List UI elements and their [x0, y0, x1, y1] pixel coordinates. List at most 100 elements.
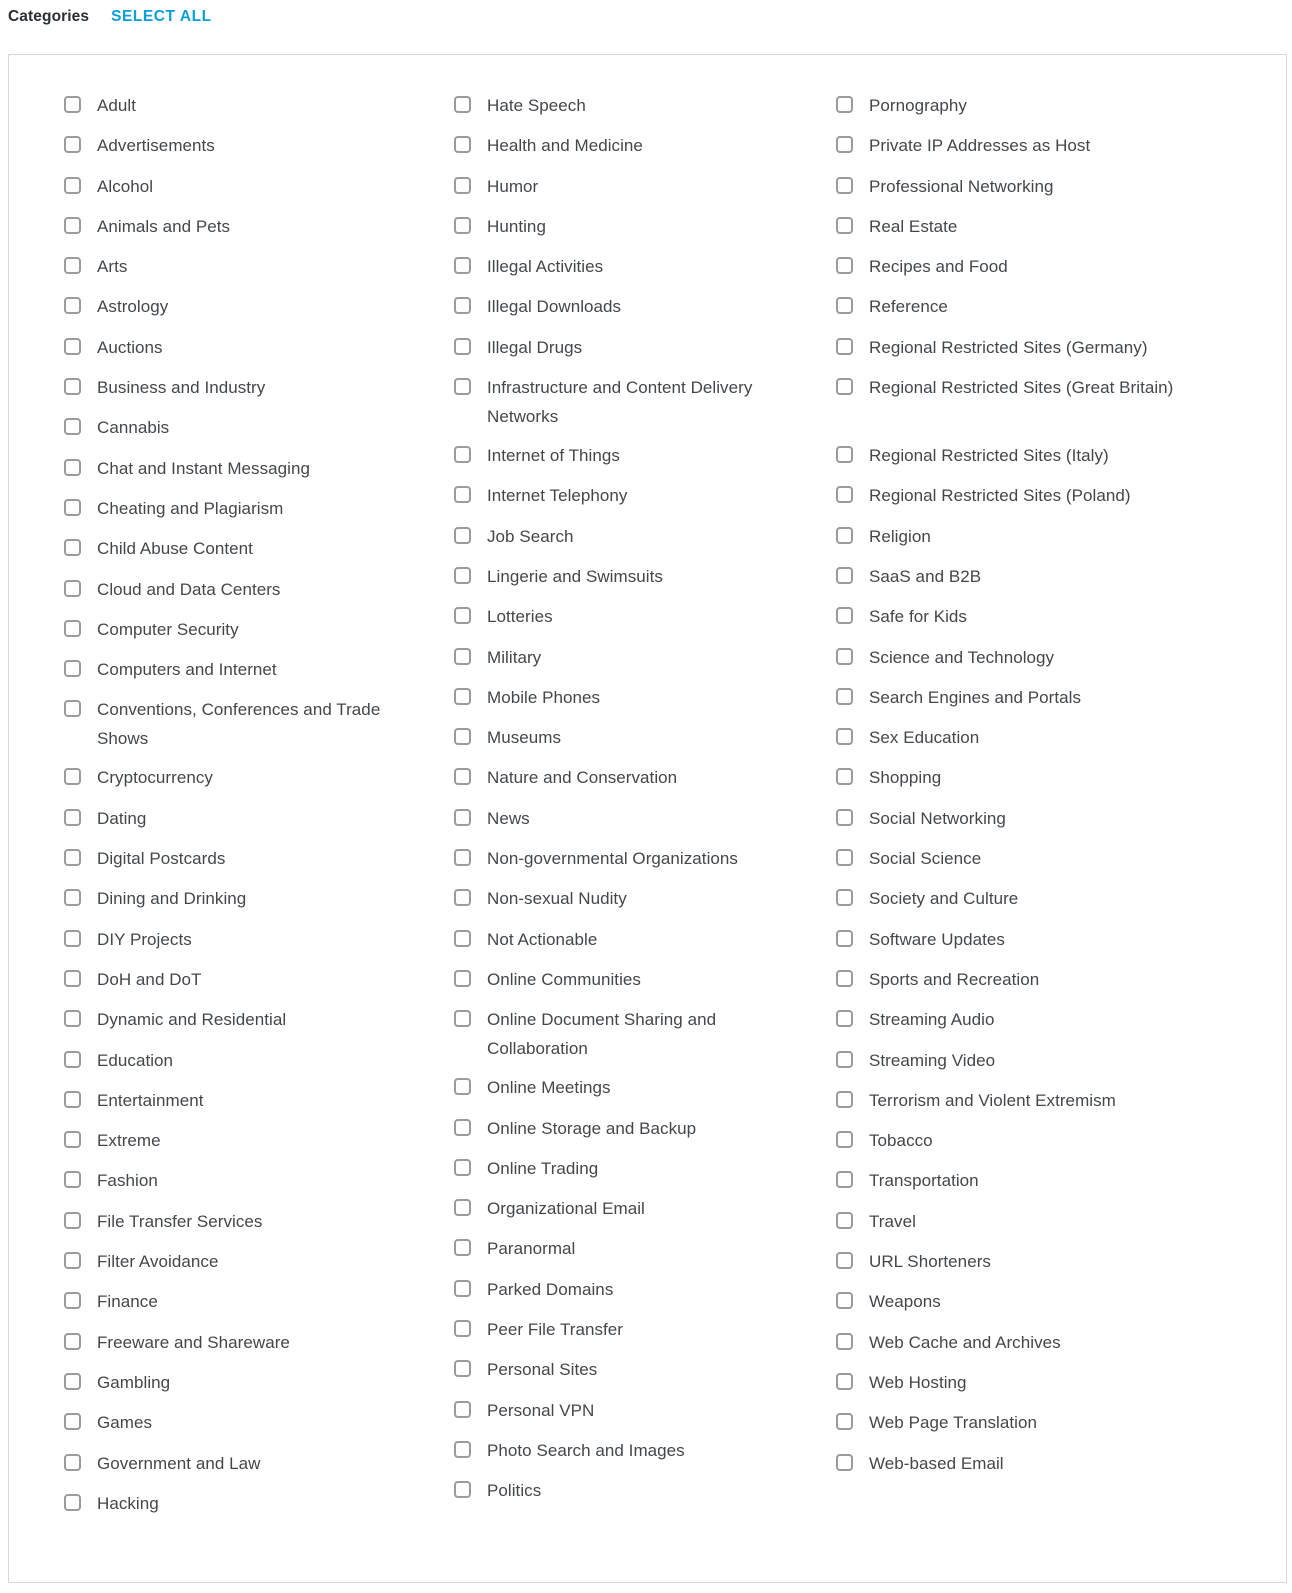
category-checkbox-row[interactable]: Regional Restricted Sites (Poland): [836, 476, 1211, 516]
checkbox-icon[interactable]: [64, 96, 81, 113]
category-checkbox-row[interactable]: Cryptocurrency: [64, 758, 394, 798]
category-checkbox-row[interactable]: Recipes and Food: [836, 247, 1211, 287]
category-checkbox-row[interactable]: Web-based Email: [836, 1444, 1211, 1484]
checkbox-icon[interactable]: [836, 1010, 853, 1028]
category-checkbox-row[interactable]: Dynamic and Residential: [64, 1000, 394, 1040]
category-checkbox-row[interactable]: Business and Industry: [64, 368, 394, 408]
category-checkbox-row[interactable]: Terrorism and Violent Extremism: [836, 1081, 1211, 1121]
category-checkbox-row[interactable]: DIY Projects: [64, 920, 394, 960]
checkbox-icon[interactable]: [454, 1158, 471, 1176]
checkbox-icon[interactable]: [454, 176, 471, 194]
checkbox-icon[interactable]: [64, 1171, 81, 1189]
checkbox-icon[interactable]: [64, 579, 81, 597]
checkbox-icon[interactable]: [836, 768, 853, 786]
category-checkbox-row[interactable]: Hate Speech: [454, 86, 794, 126]
category-checkbox-row[interactable]: Military: [454, 638, 794, 678]
checkbox-icon[interactable]: [64, 1050, 81, 1068]
category-checkbox-row[interactable]: Regional Restricted Sites (Great Britain…: [836, 368, 1211, 436]
category-checkbox-row[interactable]: Conventions, Conferences and Trade Shows: [64, 690, 394, 758]
checkbox-icon[interactable]: [454, 486, 471, 504]
checkbox-icon[interactable]: [836, 297, 853, 315]
category-checkbox-row[interactable]: Social Science: [836, 839, 1211, 879]
category-checkbox-row[interactable]: Professional Networking: [836, 167, 1211, 207]
category-checkbox-row[interactable]: Personal Sites: [454, 1350, 794, 1390]
checkbox-icon[interactable]: [64, 619, 81, 637]
category-checkbox-row[interactable]: Illegal Activities: [454, 247, 794, 287]
checkbox-icon[interactable]: [64, 136, 81, 154]
checkbox-icon[interactable]: [64, 176, 81, 194]
checkbox-icon[interactable]: [454, 1199, 471, 1217]
checkbox-icon[interactable]: [64, 1493, 81, 1511]
checkbox-icon[interactable]: [454, 768, 471, 786]
category-checkbox-row[interactable]: Illegal Drugs: [454, 328, 794, 368]
category-checkbox-row[interactable]: Hunting: [454, 207, 794, 247]
select-all-link[interactable]: SELECT ALL: [111, 8, 212, 26]
checkbox-icon[interactable]: [836, 647, 853, 665]
category-checkbox-row[interactable]: Online Meetings: [454, 1068, 794, 1108]
checkbox-icon[interactable]: [836, 1090, 853, 1108]
checkbox-icon[interactable]: [454, 257, 471, 275]
category-checkbox-row[interactable]: Non-sexual Nudity: [454, 879, 794, 919]
category-checkbox-row[interactable]: Online Storage and Backup: [454, 1109, 794, 1149]
checkbox-icon[interactable]: [454, 808, 471, 826]
category-checkbox-row[interactable]: Shopping: [836, 758, 1211, 798]
category-checkbox-row[interactable]: Parked Domains: [454, 1270, 794, 1310]
checkbox-icon[interactable]: [454, 687, 471, 705]
checkbox-icon[interactable]: [64, 1413, 81, 1431]
category-checkbox-row[interactable]: Transportation: [836, 1161, 1211, 1201]
checkbox-icon[interactable]: [454, 1360, 471, 1378]
checkbox-icon[interactable]: [64, 418, 81, 436]
category-checkbox-row[interactable]: Filter Avoidance: [64, 1242, 394, 1282]
checkbox-icon[interactable]: [454, 889, 471, 907]
category-checkbox-row[interactable]: Illegal Downloads: [454, 287, 794, 327]
category-checkbox-row[interactable]: Government and Law: [64, 1444, 394, 1484]
checkbox-icon[interactable]: [64, 849, 81, 867]
category-checkbox-row[interactable]: Weapons: [836, 1282, 1211, 1322]
checkbox-icon[interactable]: [64, 1252, 81, 1270]
category-checkbox-row[interactable]: Non-governmental Organizations: [454, 839, 794, 879]
checkbox-icon[interactable]: [454, 1279, 471, 1297]
category-checkbox-row[interactable]: Nature and Conservation: [454, 758, 794, 798]
checkbox-icon[interactable]: [836, 96, 853, 113]
category-checkbox-row[interactable]: Child Abuse Content: [64, 529, 394, 569]
checkbox-icon[interactable]: [64, 539, 81, 557]
category-checkbox-row[interactable]: Education: [64, 1041, 394, 1081]
checkbox-icon[interactable]: [64, 1090, 81, 1108]
checkbox-icon[interactable]: [836, 808, 853, 826]
category-checkbox-row[interactable]: Computer Security: [64, 610, 394, 650]
category-checkbox-row[interactable]: Extreme: [64, 1121, 394, 1161]
checkbox-icon[interactable]: [454, 526, 471, 544]
category-checkbox-row[interactable]: News: [454, 799, 794, 839]
category-checkbox-row[interactable]: Travel: [836, 1202, 1211, 1242]
checkbox-icon[interactable]: [836, 176, 853, 194]
checkbox-icon[interactable]: [836, 1332, 853, 1350]
category-checkbox-row[interactable]: Tobacco: [836, 1121, 1211, 1161]
checkbox-icon[interactable]: [454, 1481, 471, 1499]
category-checkbox-row[interactable]: Social Networking: [836, 799, 1211, 839]
category-checkbox-row[interactable]: Reference: [836, 287, 1211, 327]
checkbox-icon[interactable]: [454, 136, 471, 154]
category-checkbox-row[interactable]: Infrastructure and Content Delivery Netw…: [454, 368, 794, 436]
checkbox-icon[interactable]: [454, 96, 471, 113]
checkbox-icon[interactable]: [836, 889, 853, 907]
checkbox-icon[interactable]: [64, 1332, 81, 1350]
category-checkbox-row[interactable]: Arts: [64, 247, 394, 287]
category-checkbox-row[interactable]: Animals and Pets: [64, 207, 394, 247]
category-checkbox-row[interactable]: Internet of Things: [454, 436, 794, 476]
checkbox-icon[interactable]: [64, 337, 81, 355]
checkbox-icon[interactable]: [836, 526, 853, 544]
category-checkbox-row[interactable]: Fashion: [64, 1161, 394, 1201]
checkbox-icon[interactable]: [454, 1440, 471, 1458]
category-checkbox-row[interactable]: Not Actionable: [454, 920, 794, 960]
category-checkbox-row[interactable]: Personal VPN: [454, 1391, 794, 1431]
checkbox-icon[interactable]: [836, 687, 853, 705]
category-checkbox-row[interactable]: Politics: [454, 1471, 794, 1511]
checkbox-icon[interactable]: [64, 257, 81, 275]
category-checkbox-row[interactable]: Gambling: [64, 1363, 394, 1403]
checkbox-icon[interactable]: [836, 929, 853, 947]
category-checkbox-row[interactable]: Science and Technology: [836, 638, 1211, 678]
category-checkbox-row[interactable]: File Transfer Services: [64, 1202, 394, 1242]
checkbox-icon[interactable]: [836, 1171, 853, 1189]
category-checkbox-row[interactable]: Dining and Drinking: [64, 879, 394, 919]
checkbox-icon[interactable]: [64, 808, 81, 826]
